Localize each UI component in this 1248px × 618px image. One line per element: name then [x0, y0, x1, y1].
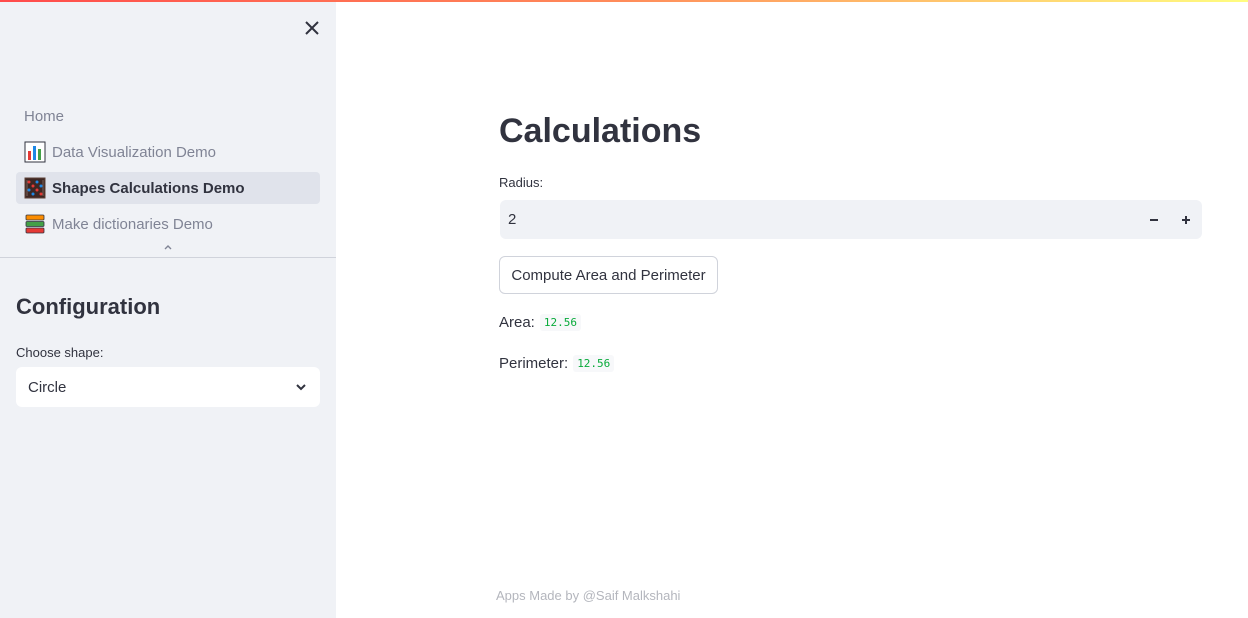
- plus-icon: [1182, 215, 1190, 224]
- page-nav: Home Data Visualization Demo Shapes Calc…: [16, 100, 320, 244]
- area-value: 12.56: [539, 314, 581, 331]
- main-content: Calculations Radius: 2 Compute Area and …: [499, 0, 1202, 618]
- nav-item-shapes-calculations[interactable]: Shapes Calculations Demo: [16, 172, 320, 204]
- nav-item-label: Home: [24, 107, 65, 125]
- nav-item-label: Make dictionaries Demo: [52, 215, 213, 233]
- shape-select-value: Circle: [28, 378, 67, 396]
- chevron-down-icon: [296, 384, 306, 391]
- footer-credit: Apps Made by @Saif Malkshahi: [496, 588, 681, 603]
- bar-chart-icon: [24, 141, 46, 163]
- radius-label: Radius:: [499, 175, 544, 190]
- perimeter-value: 12.56: [573, 355, 615, 372]
- radius-number-input: 2: [500, 200, 1202, 239]
- nav-item-label: Data Visualization Demo: [52, 143, 216, 161]
- abacus-icon: [24, 177, 46, 199]
- close-icon: [305, 21, 319, 35]
- nav-item-label: Shapes Calculations Demo: [52, 179, 245, 197]
- perimeter-label: Perimeter:: [499, 355, 569, 372]
- nav-item-data-visualization[interactable]: Data Visualization Demo: [16, 136, 320, 168]
- nav-item-make-dictionaries[interactable]: Make dictionaries Demo: [16, 208, 320, 240]
- shape-label: Choose shape:: [16, 345, 104, 360]
- chevron-up-icon: [164, 245, 172, 250]
- sidebar-divider: [0, 257, 336, 258]
- sidebar: Home Data Visualization Demo Shapes Calc…: [0, 2, 336, 618]
- area-result: Area: 12.56: [499, 314, 581, 331]
- perimeter-result: Perimeter: 12.56: [499, 355, 615, 372]
- compute-button[interactable]: Compute Area and Perimeter: [499, 256, 718, 294]
- collapse-nav-button[interactable]: [160, 242, 176, 254]
- minus-icon: [1150, 218, 1158, 221]
- increment-button[interactable]: [1170, 200, 1202, 239]
- radius-input[interactable]: 2: [500, 211, 1138, 228]
- close-sidebar-button[interactable]: [300, 16, 324, 40]
- nav-item-home[interactable]: Home: [16, 100, 320, 132]
- books-icon: [25, 214, 45, 234]
- decrement-button[interactable]: [1138, 200, 1170, 239]
- page-title: Calculations: [499, 112, 702, 150]
- config-title: Configuration: [16, 294, 161, 319]
- shape-select[interactable]: Circle: [16, 367, 320, 407]
- area-label: Area:: [499, 314, 535, 331]
